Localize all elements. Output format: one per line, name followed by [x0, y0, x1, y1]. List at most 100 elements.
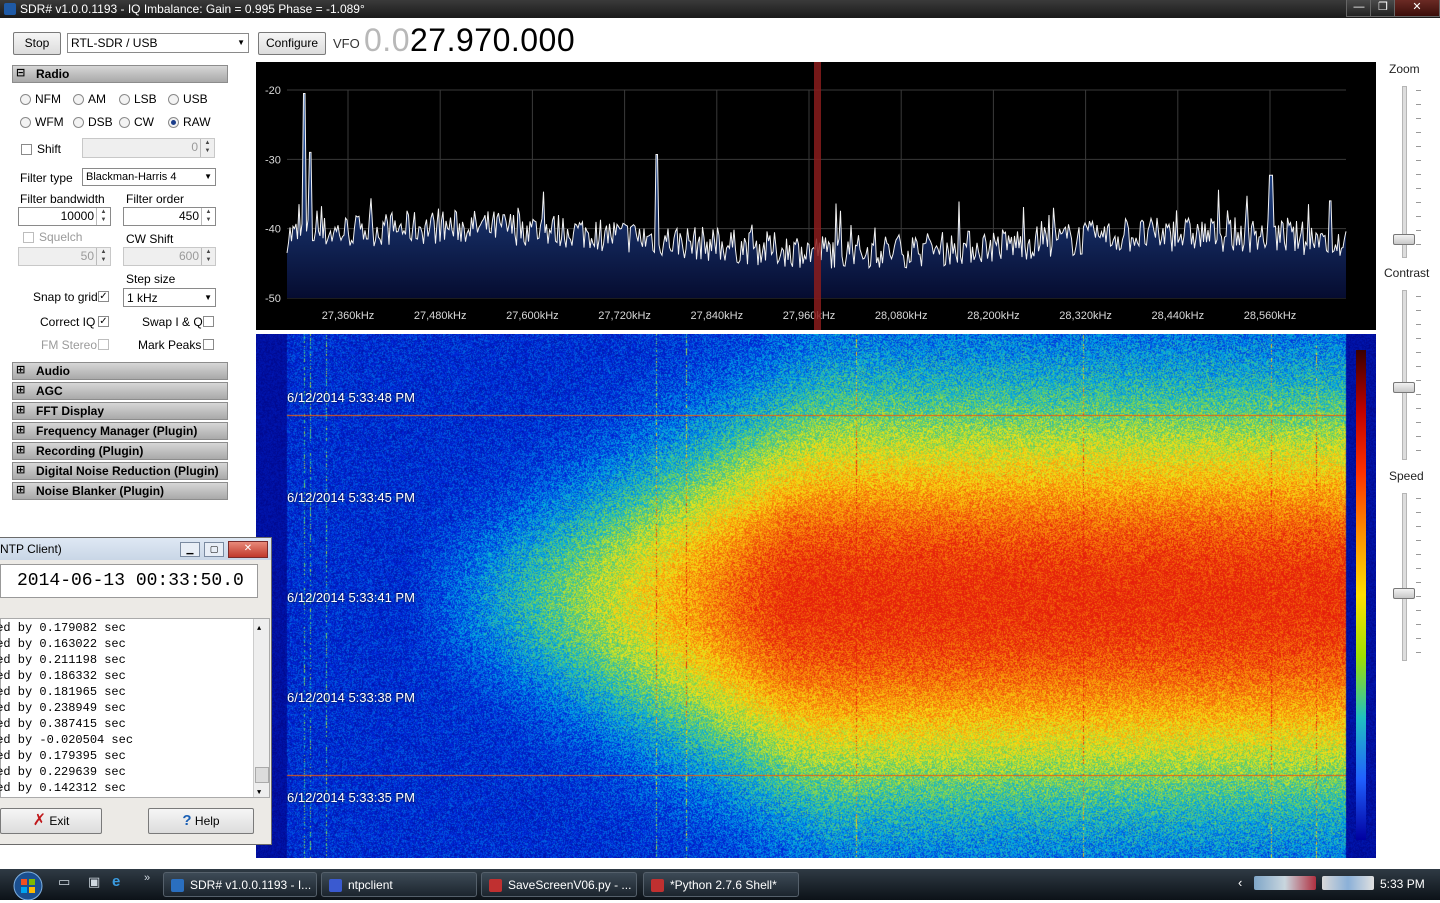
ntp-log-line: Adjusted by 0.186332 sec [0, 669, 126, 683]
snap-to-grid-label: Snap to grid [33, 290, 98, 304]
correct-iq-checkbox[interactable]: ✓ [98, 316, 109, 327]
mode-radio-dsb[interactable]: DSB [73, 115, 113, 129]
expand-icon: ⊞ [16, 404, 26, 416]
spectrum-plot[interactable]: -20 -30 -40 -50 27,360kHz 27,480kHz 27,600kHz 2… [256, 62, 1376, 330]
tray-system-icons[interactable] [1322, 876, 1374, 890]
stop-button[interactable]: Stop [13, 32, 61, 55]
slider-tick [1416, 160, 1421, 161]
mode-label: WFM [35, 115, 64, 129]
taskbar-item-1[interactable]: SDR# v1.0.0.1193 - I... [163, 872, 317, 897]
mode-radio-am[interactable]: AM [73, 92, 106, 106]
section-header-frequency-manager-plugin[interactable]: ⊞ Frequency Manager (Plugin) [12, 422, 228, 440]
filter-bandwidth-spinner[interactable]: ▲ ▼ [96, 208, 110, 225]
ntp-log-scroll-thumb[interactable] [255, 767, 269, 783]
contrast-slider-thumb[interactable] [1393, 382, 1415, 393]
section-header-fft-display[interactable]: ⊞ FFT Display [12, 402, 228, 420]
spectrum-x-tick: 27,600kHz [506, 310, 559, 322]
taskbar-item-2[interactable]: ntpclient [321, 872, 477, 897]
minimize-button[interactable]: — [1346, 0, 1372, 17]
taskbar-item-label: *Python 2.7.6 Shell* [670, 878, 777, 892]
taskbar-item-3[interactable]: SaveScreenV06.py - ... [481, 872, 637, 897]
slider-tick [1416, 174, 1421, 175]
squelch-input[interactable]: 50 ▲ ▼ [18, 247, 111, 266]
snap-to-grid-checkbox[interactable]: ✓ [98, 291, 109, 302]
filter-type-select[interactable]: Blackman-Harris 4 ▼ [82, 168, 216, 186]
mode-radio-raw[interactable]: RAW [168, 115, 211, 129]
vfo-frequency[interactable]: 0.027.970.000 [364, 22, 575, 59]
tray-icons[interactable] [1254, 876, 1316, 890]
section-header-digital-noise-reduction-plugin[interactable]: ⊞ Digital Noise Reduction (Plugin) [12, 462, 228, 480]
mode-radio-usb[interactable]: USB [168, 92, 208, 106]
swap-iq-checkbox[interactable] [203, 316, 214, 327]
section-header-audio[interactable]: ⊞ Audio [12, 362, 228, 380]
cw-shift-spinner[interactable]: ▲ ▼ [201, 248, 215, 265]
ntp-log-line: Adjusted by -0.020504 sec [0, 733, 134, 747]
ntp-log-list[interactable]: Adjusted by 0.179082 sec Adjusted by 0.16… [0, 618, 270, 798]
zoom-slider-thumb[interactable] [1393, 234, 1415, 245]
zoom-track[interactable] [1402, 86, 1407, 258]
shift-input[interactable]: 0 ▲ ▼ [82, 138, 215, 158]
source-select[interactable]: RTL-SDR / USB ▼ [67, 33, 249, 53]
filter-order-spinner[interactable]: ▲ ▼ [201, 208, 215, 225]
section-header-agc[interactable]: ⊞ AGC [12, 382, 228, 400]
mode-radio-lsb[interactable]: LSB [119, 92, 157, 106]
ntp-log-scrollbar[interactable]: ▲ ▼ [253, 619, 269, 797]
ntp-help-button[interactable]: ? Help [148, 808, 254, 834]
spectrum-x-tick: 27,480kHz [414, 310, 467, 322]
ntp-log-line: Adjusted by 0.142312 sec [0, 781, 126, 795]
vfo-marker [814, 62, 821, 330]
mode-label: RAW [183, 115, 211, 129]
app-icon [4, 3, 16, 15]
radio-section-header[interactable]: ⊟ Radio [12, 65, 228, 83]
section-header-recording-plugin[interactable]: ⊞ Recording (Plugin) [12, 442, 228, 460]
section-header-noise-blanker-plugin[interactable]: ⊞ Noise Blanker (Plugin) [12, 482, 228, 500]
start-button[interactable] [2, 870, 52, 901]
quick-launch-expand-icon[interactable]: » [144, 872, 150, 884]
slider-tick [1416, 216, 1421, 217]
spectrum-x-tick: 28,320kHz [1059, 310, 1112, 322]
squelch-spinner[interactable]: ▲ ▼ [96, 248, 110, 265]
filter-order-input[interactable]: 450 ▲ ▼ [123, 207, 216, 226]
waterfall-display[interactable]: 6/12/2014 5:33:48 PM 6/12/2014 5:33:45 PM… [256, 334, 1376, 858]
ntp-exit-label: Exit [49, 814, 70, 828]
cw-shift-label: CW Shift [126, 232, 174, 246]
slider-tick [1416, 296, 1421, 297]
restore-button[interactable]: ❐ [1370, 0, 1396, 17]
ntp-log-line: Adjusted by 0.179395 sec [0, 749, 126, 763]
spectrum-x-tick: 27,720kHz [598, 310, 651, 322]
taskbar-clock[interactable]: 5:33 PM [1380, 877, 1425, 891]
radio-circle [20, 94, 31, 105]
tray-expand-icon[interactable]: ‹ [1238, 875, 1242, 890]
close-button[interactable]: ✕ [1394, 0, 1440, 17]
ntp-title-bar[interactable]: NTP Client) ▁ ▢ ✕ [0, 538, 271, 560]
cw-shift-input[interactable]: 600 ▲ ▼ [123, 247, 216, 266]
expand-icon: ⊞ [16, 444, 26, 456]
fm-stereo-checkbox[interactable] [98, 339, 109, 350]
quick-launch-desktop-icon[interactable]: ▭ [58, 874, 70, 890]
contrast-track[interactable] [1402, 290, 1407, 460]
ntp-close-button[interactable]: ✕ [228, 541, 268, 558]
taskbar-item-4[interactable]: *Python 2.7.6 Shell* [643, 872, 799, 897]
ntp-exit-button[interactable]: ✗ Exit [0, 808, 102, 834]
ntp-maximize-button[interactable]: ▢ [204, 542, 224, 557]
fm-stereo-label: FM Stereo [41, 338, 98, 352]
mode-radio-wfm[interactable]: WFM [20, 115, 64, 129]
filter-bandwidth-input[interactable]: 10000 ▲ ▼ [18, 207, 111, 226]
configure-button[interactable]: Configure [258, 32, 326, 55]
mark-peaks-checkbox[interactable] [203, 339, 214, 350]
shift-checkbox[interactable] [21, 144, 32, 155]
scroll-up-icon[interactable]: ▲ [257, 621, 261, 637]
shift-spinner[interactable]: ▲ ▼ [200, 139, 214, 157]
scroll-down-icon[interactable]: ▼ [257, 785, 261, 801]
ntp-minimize-button[interactable]: ▁ [180, 542, 200, 557]
spectrum-analyzer[interactable]: -20 -30 -40 -50 27,360kHz 27,480kHz 27,600kHz 2… [256, 62, 1376, 330]
squelch-checkbox[interactable] [23, 232, 34, 243]
quick-launch-ie-icon[interactable]: e [112, 873, 120, 890]
mode-radio-nfm[interactable]: NFM [20, 92, 61, 106]
waterfall-canvas[interactable] [256, 334, 1376, 858]
speed-slider-thumb[interactable] [1393, 588, 1415, 599]
mode-radio-cw[interactable]: CW [119, 115, 154, 129]
speed-track[interactable] [1402, 493, 1407, 661]
quick-launch-explorer-icon[interactable]: ▣ [88, 874, 100, 890]
step-size-select[interactable]: 1 kHz ▼ [123, 288, 216, 307]
